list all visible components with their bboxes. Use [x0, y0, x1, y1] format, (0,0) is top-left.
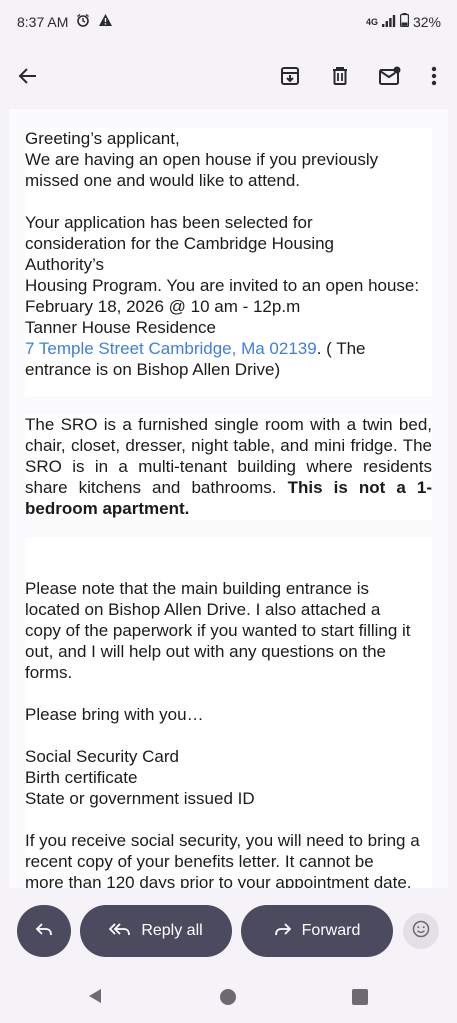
sro-description: The SRO is a furnished single room with …	[25, 414, 432, 519]
emoji-icon	[412, 920, 430, 943]
open-house-date: February 18, 2026 @ 10 am - 12p.m	[25, 297, 301, 316]
reply-all-icon	[109, 922, 131, 941]
body-line: Authority’s	[25, 255, 105, 274]
back-arrow-icon[interactable]	[10, 58, 46, 94]
body-line: out, and I will help out with any questi…	[25, 642, 387, 661]
status-time: 8:37 AM	[17, 13, 69, 30]
list-item: Social Security Card	[25, 747, 180, 766]
address-link[interactable]: 7 Temple Street Cambridge, Ma 02139	[25, 339, 317, 358]
body-line: consideration for the Cambridge Housing	[25, 234, 335, 253]
list-item: Birth certificate	[25, 768, 138, 787]
body-line: Your application has been selected for	[25, 213, 313, 232]
body-line: Please note that the main building entra…	[25, 579, 370, 598]
body-line: entrance is on Bishop Allen Drive)	[25, 360, 281, 379]
body-line: Housing Program. You are invited to an o…	[25, 276, 420, 295]
status-right: 4G 32%	[366, 13, 441, 30]
battery-icon	[399, 13, 409, 30]
more-vert-icon[interactable]	[416, 58, 452, 94]
message-block-instructions: Please note that the main building entra…	[25, 538, 432, 888]
network-type: 4G	[365, 16, 378, 27]
reply-all-button[interactable]: Reply all	[80, 905, 232, 957]
body-line: Please bring with you…	[25, 705, 204, 724]
body-line: We are having an open house if you previ…	[25, 150, 379, 169]
address-line: 7 Temple Street Cambridge, Ma 02139. ( T…	[25, 338, 432, 359]
greeting: Greeting’s applicant,	[25, 129, 180, 148]
reply-all-label: Reply all	[141, 922, 203, 939]
residence-name: Tanner House Residence	[25, 318, 216, 337]
body-line: forms.	[25, 663, 73, 682]
forward-label: Forward	[301, 922, 361, 939]
system-nav-bar	[0, 970, 457, 1023]
alarm-icon	[76, 13, 90, 30]
status-left: 8:37 AM	[17, 13, 113, 30]
nav-recents-icon[interactable]	[352, 989, 368, 1005]
body-line: located on Bishop Allen Drive. I also at…	[25, 600, 381, 619]
body-line: recent copy of your benefits letter. It …	[25, 852, 374, 871]
reply-button[interactable]	[17, 905, 71, 957]
delete-icon[interactable]	[322, 58, 358, 94]
address-tail: . ( The	[316, 339, 366, 358]
signal-icon	[381, 14, 396, 30]
battery-percent: 32%	[412, 13, 441, 30]
app-bar	[0, 52, 457, 100]
email-body[interactable]: Greeting’s applicant, We are having an o…	[9, 109, 448, 888]
body-line: more than 120 days prior to your appoint…	[25, 873, 412, 888]
emoji-reaction-button[interactable]	[403, 913, 439, 949]
nav-back-icon[interactable]	[86, 987, 106, 1007]
message-block-invitation: Greeting’s applicant, We are having an o…	[25, 128, 432, 396]
nav-home-icon[interactable]	[219, 988, 237, 1006]
body-line: missed one and would like to attend.	[25, 171, 301, 190]
forward-button[interactable]: Forward	[241, 905, 393, 957]
warning-icon	[98, 13, 113, 30]
mark-unread-icon[interactable]	[372, 58, 408, 94]
forward-icon	[274, 922, 292, 941]
body-line: If you receive social security, you will…	[25, 831, 420, 850]
list-item: State or government issued ID	[25, 789, 255, 808]
status-bar: 8:37 AM 4G 32%	[0, 0, 457, 44]
bottom-actions: Reply all Forward	[0, 896, 457, 968]
archive-icon[interactable]	[272, 58, 308, 94]
message-block-sro: The SRO is a furnished single room with …	[25, 414, 432, 520]
body-line: copy of the paperwork if you wanted to s…	[25, 621, 411, 640]
reply-icon	[35, 922, 53, 941]
